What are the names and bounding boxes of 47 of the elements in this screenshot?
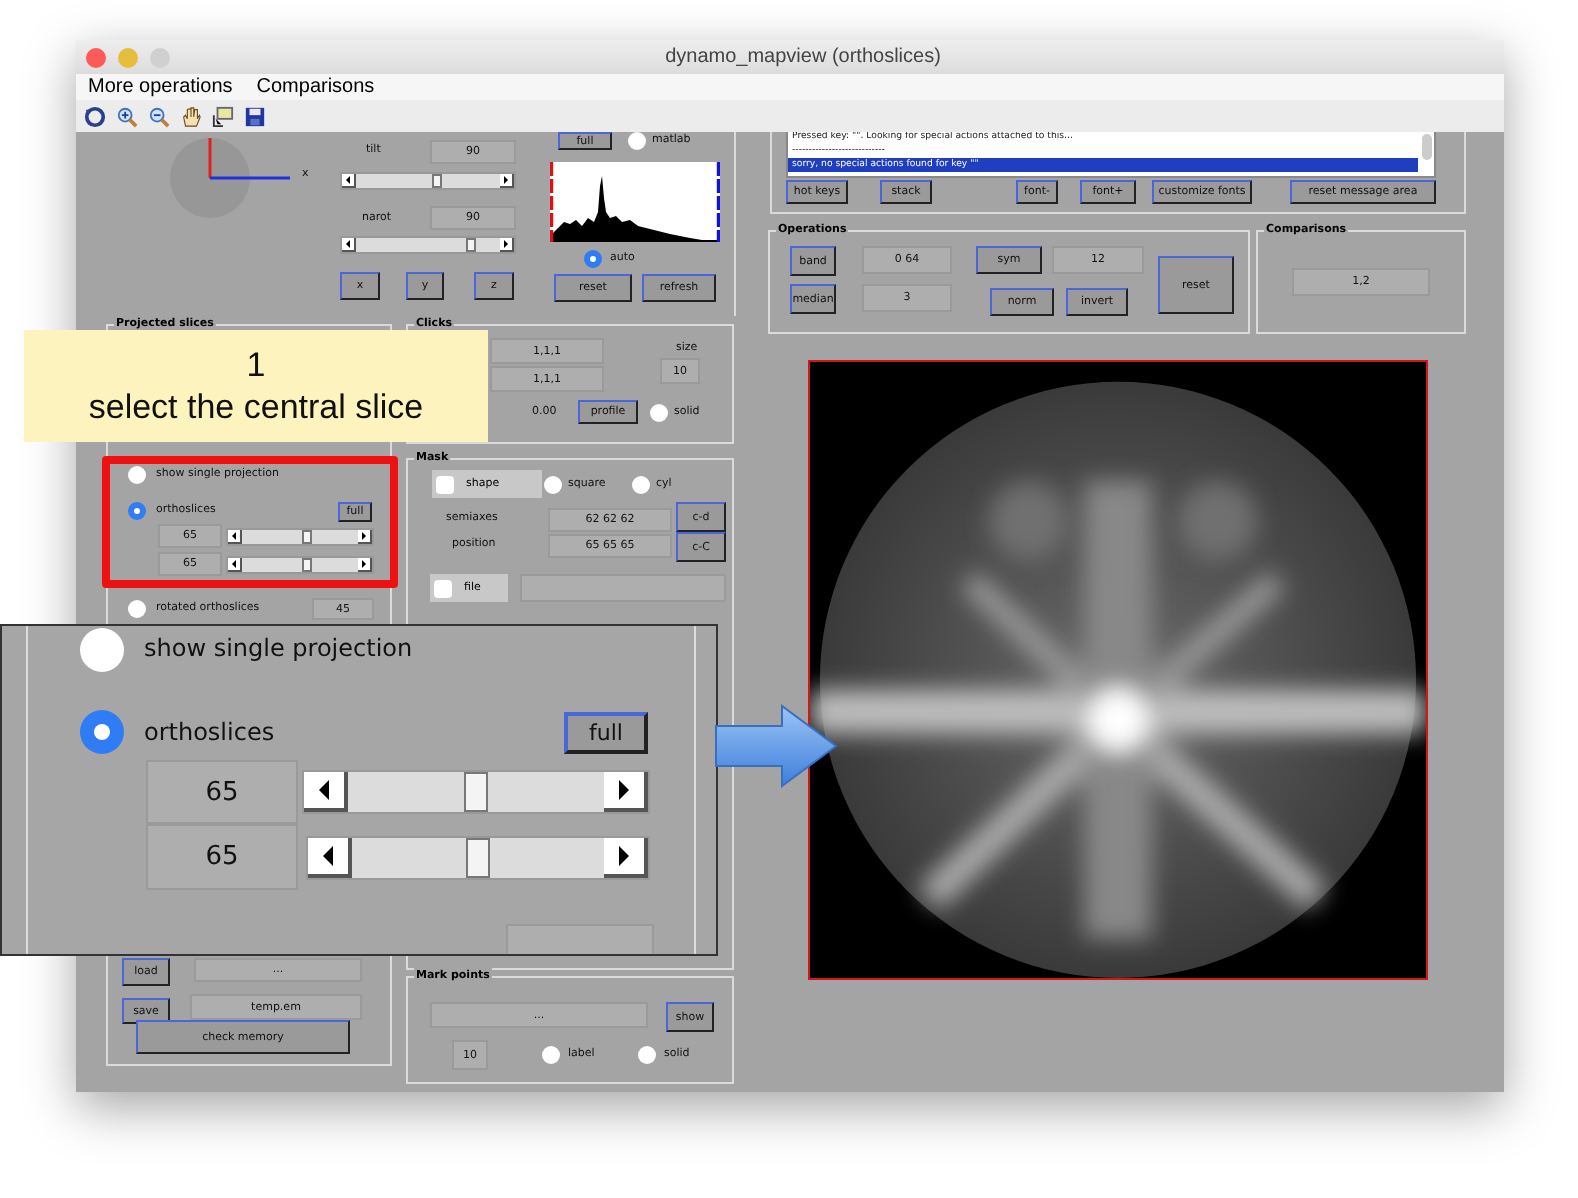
step-number: 1	[246, 344, 266, 386]
radio-button[interactable]	[80, 628, 124, 672]
radio-button[interactable]	[628, 132, 646, 150]
slider-thumb[interactable]	[466, 838, 490, 878]
hand-icon[interactable]	[180, 105, 202, 127]
window-title: dynamo_mapview (orthoslices)	[663, 46, 943, 68]
zoom-in-icon[interactable]	[116, 105, 138, 127]
radio-button[interactable]	[650, 404, 668, 422]
radio-button[interactable]	[584, 250, 602, 268]
narot-slider[interactable]	[340, 236, 516, 254]
radio-button[interactable]	[544, 476, 562, 494]
close-button[interactable]	[86, 47, 106, 67]
checkbox[interactable]	[434, 579, 452, 597]
radio-button[interactable]	[80, 710, 124, 754]
radio-button[interactable]	[638, 1046, 656, 1064]
slice-slider[interactable]	[226, 528, 374, 546]
scrollbar[interactable]	[1422, 134, 1432, 160]
slider-thumb[interactable]	[431, 174, 442, 188]
radio-button[interactable]	[542, 1046, 560, 1064]
tilt-slider[interactable]	[340, 172, 516, 190]
slice-field[interactable]: 65	[146, 824, 298, 890]
slice-slider[interactable]	[226, 556, 374, 574]
slice-slider[interactable]	[302, 770, 650, 814]
data-cursor-icon[interactable]	[212, 105, 234, 127]
checkbox[interactable]	[436, 475, 454, 493]
angle-field[interactable]	[506, 924, 654, 954]
radio-label: orthoslices	[144, 716, 275, 748]
menu-item[interactable]: More operations	[88, 75, 233, 99]
slider-thumb[interactable]	[466, 238, 476, 252]
rotate-icon[interactable]	[84, 105, 106, 127]
slider-thumb[interactable]	[302, 558, 313, 572]
menu-item[interactable]: Comparisons	[256, 75, 375, 99]
zoom-out-icon[interactable]	[148, 105, 170, 127]
radio-label: show single projection	[144, 632, 413, 664]
radio-button[interactable]	[632, 476, 650, 494]
save-icon[interactable]	[244, 105, 266, 127]
axes-drawing	[170, 136, 290, 220]
radio-button[interactable]	[128, 466, 146, 484]
callout-text: select the central slice	[88, 386, 424, 428]
radio-button[interactable]	[128, 502, 146, 520]
slice-slider[interactable]	[306, 836, 650, 880]
slider-thumb[interactable]	[302, 530, 313, 544]
arrow-icon	[714, 704, 838, 788]
slice-field[interactable]: 65	[146, 760, 298, 824]
slider-thumb[interactable]	[464, 772, 488, 812]
full-button[interactable]: full	[564, 712, 648, 754]
radio-button[interactable]	[128, 600, 146, 618]
